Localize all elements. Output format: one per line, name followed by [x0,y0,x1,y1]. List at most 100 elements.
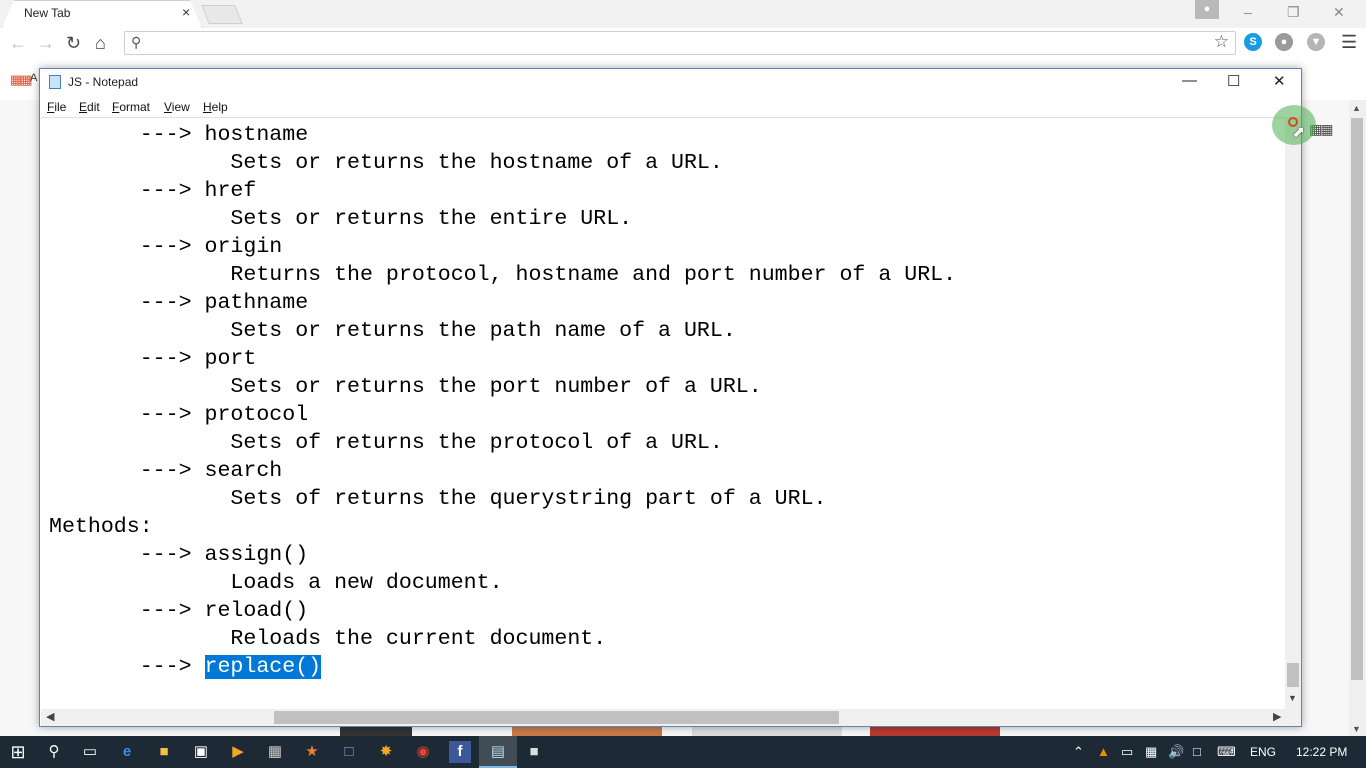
menu-view-label: iew [171,100,190,114]
keyboard-icon[interactable]: ⌨ [1217,744,1236,760]
selected-text[interactable]: replace() [204,655,322,679]
text-line: Reloads the current document. [49,627,607,651]
menu-view-accel: V [164,100,172,114]
text-line: Sets or returns the entire URL. [49,207,633,231]
new-tab-button[interactable] [201,5,243,24]
notepad-window: JS - Notepad — ☐ ✕ File Edit Format View… [39,68,1302,727]
app-icon[interactable]: □ [338,741,360,763]
reload-icon[interactable]: ↻ [66,33,81,54]
windows-start-icon[interactable]: ⊞ [7,741,29,763]
menu-edit[interactable]: Edit [79,100,100,114]
tab-close-icon[interactable]: × [182,4,190,20]
notepad-vertical-scrollbar[interactable]: ▼ [1285,117,1301,709]
chrome-menu-icon[interactable]: ☰ [1341,32,1357,53]
clock[interactable]: 12:22 PM [1296,745,1347,759]
text-line: Sets or returns the hostname of a URL. [49,151,723,175]
vertical-scroll-thumb[interactable] [1287,663,1299,687]
scroll-down-icon[interactable]: ▼ [1352,724,1361,734]
show-hidden-icons-chevron-icon[interactable]: ⌃ [1073,744,1084,760]
chrome-icon[interactable]: ◉ [412,741,434,763]
notepad-minimize-button[interactable]: — [1182,72,1197,89]
paint-icon[interactable]: ✸ [375,741,397,763]
text-line: Methods: [49,515,153,539]
most-visited-thumbnail[interactable] [692,726,842,736]
most-visited-thumbnail[interactable] [512,726,662,736]
browser-close-button[interactable]: ✕ [1333,4,1345,21]
input-language[interactable]: ENG [1250,745,1276,759]
page-scroll-thumb[interactable] [1351,118,1363,680]
text-line: Sets of returns the querystring part of … [49,487,827,511]
text-line-prefix: ---> [49,655,205,679]
scroll-down-icon[interactable]: ▼ [1288,693,1297,703]
home-icon[interactable]: ⌂ [95,33,106,54]
menu-help-label: elp [211,100,228,114]
apps-grid-icon[interactable]: ▦▦ [10,72,33,88]
menu-format[interactable]: Format [112,100,150,114]
text-line: ---> pathname [49,291,309,315]
person-icon[interactable]: ● [1195,0,1219,19]
scroll-left-icon[interactable]: ◀ [46,710,54,723]
scroll-right-icon[interactable]: ▶ [1273,710,1281,723]
most-visited-thumbnail[interactable] [340,726,412,736]
notepad-horizontal-scrollbar[interactable]: ◀ ▶ [41,709,1285,726]
notepad-app-icon [49,75,61,89]
mouse-cursor-icon: ⬈ [1292,124,1306,141]
text-line: Sets or returns the path name of a URL. [49,319,736,343]
size-grip[interactable] [1285,709,1301,726]
notepad-titlebar[interactable]: JS - Notepad — ☐ ✕ [40,69,1301,95]
task-view-icon[interactable]: ▭ [79,741,101,763]
back-arrow-icon[interactable]: ← [9,33,27,54]
media-player-icon[interactable]: ▶ [227,741,249,763]
text-line: Sets or returns the port number of a URL… [49,375,762,399]
film-icon[interactable]: ▦ [264,741,286,763]
text-line: ---> hostname [49,123,309,147]
menu-help[interactable]: Help [203,100,228,114]
scroll-up-icon[interactable]: ▲ [1352,103,1361,113]
file-explorer-icon[interactable]: ■ [153,741,175,763]
notepad-maximize-button[interactable]: ☐ [1227,72,1240,90]
notepad-text[interactable]: ---> hostname Sets or returns the hostna… [49,121,956,681]
bookmark-star-icon[interactable]: ☆ [1214,32,1229,52]
browser-minimize-button[interactable]: – [1244,4,1252,20]
most-visited-thumbnail[interactable] [870,726,1000,736]
menu-edit-label: dit [87,100,100,114]
text-line: ---> search [49,459,283,483]
network-icon[interactable]: ▦ [1145,744,1157,760]
app-icon[interactable]: ■ [523,741,545,763]
forward-arrow-icon[interactable]: → [37,33,55,54]
skype-extension-icon[interactable]: S [1244,33,1262,51]
menu-help-accel: H [203,100,212,114]
text-line: ---> protocol [49,403,309,427]
volume-icon[interactable]: 🔊 [1168,744,1184,760]
horizontal-scroll-thumb[interactable] [274,711,839,724]
text-line: Loads a new document. [49,571,503,595]
extension-icon[interactable]: ● [1275,33,1293,51]
notepad-menubar: File Edit Format View Help [40,95,1301,117]
text-line: Sets of returns the protocol of a URL. [49,431,723,455]
battery-icon[interactable]: ▭ [1121,744,1133,760]
menu-file[interactable]: File [47,100,66,114]
address-bar[interactable]: ⚲ ☆ [124,31,1236,55]
browser-tabstrip: New Tab × ● – ❐ ✕ [0,0,1366,28]
vlc-icon[interactable]: ▲ [1097,744,1110,759]
notepad-close-button[interactable]: ✕ [1273,72,1286,90]
apps-label[interactable]: A [30,72,37,84]
text-line: ---> port [49,347,257,371]
search-icon[interactable]: ⚲ [43,741,65,763]
browser-restore-button[interactable]: ❐ [1287,4,1300,21]
search-icon: ⚲ [131,34,142,50]
shield-extension-icon[interactable]: ▼ [1307,33,1325,51]
notification-icon[interactable]: □ [1193,744,1201,759]
text-line: Returns the protocol, hostname and port … [49,263,957,287]
facebook-icon[interactable]: f [449,741,471,763]
text-line: ---> origin [49,235,283,259]
menu-view[interactable]: View [164,100,190,114]
notepad-icon[interactable]: ▤ [487,741,509,763]
edge-icon[interactable]: e [116,741,138,763]
menu-file-label: ile [54,100,67,114]
app-icon[interactable]: ★ [301,741,323,763]
notepad-text-area[interactable]: ---> hostname Sets or returns the hostna… [41,117,1285,710]
store-icon[interactable]: ▣ [190,741,212,763]
browser-tab-title[interactable]: New Tab [24,6,70,20]
text-line: ---> href [49,179,257,203]
